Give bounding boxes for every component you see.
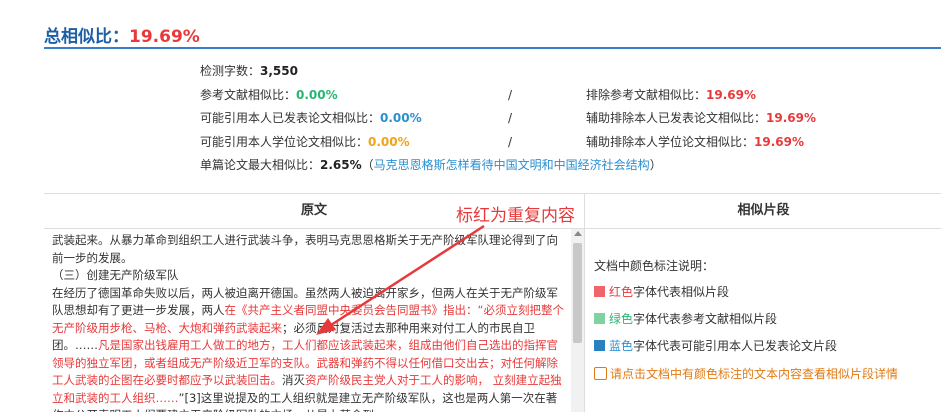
char-count-label: 检测字数：	[200, 64, 260, 78]
similar-fragments-pane: 文档中颜色标注说明： 红色字体代表相似片段 绿色字体代表参考文献相似片段 蓝色字…	[586, 229, 941, 412]
paragraph: 在经历了德国革命失败以后，两人被迫离开德国。虽然两人被迫离开家乡，但两人在关于无…	[52, 285, 564, 412]
legend-blue-text: 字体代表可能引用本人已发表论文片段	[633, 339, 837, 353]
green-square-icon	[594, 313, 605, 324]
assist-excl-thesis-value: 19.69%	[754, 135, 804, 149]
separator: /	[508, 131, 512, 155]
assist-excl-thesis-label: 辅助排除本人学位论文相似比：	[586, 135, 754, 149]
section-heading: （三）创建无产阶级军队	[52, 267, 564, 285]
self-paper-row: 可能引用本人已发表论文相似比：0.00% / 辅助排除本人已发表论文相似比：19…	[200, 107, 662, 131]
total-similarity-value: 19.69%	[129, 27, 200, 47]
blue-square-icon	[594, 340, 605, 351]
legend-green-word: 绿色	[609, 312, 633, 326]
separator: /	[508, 84, 512, 108]
legend-title: 文档中颜色标注说明：	[594, 257, 714, 274]
ref-label: 参考文献相似比：	[200, 88, 296, 102]
legend-red-text: 字体代表相似片段	[633, 285, 729, 299]
scroll-up-arrow-icon[interactable]	[574, 231, 582, 236]
max-single-row: 单篇论文最大相似比：2.65%（马克思恩格斯怎样看待中国文明和中国经济社会结构）	[200, 154, 662, 178]
similar-fragments-header: 相似片段	[586, 194, 941, 228]
total-similarity-label: 总相似比：	[44, 27, 129, 47]
vertical-scrollbar[interactable]	[571, 229, 584, 412]
legend-blue-word: 蓝色	[609, 339, 633, 353]
self-thesis-label: 可能引用本人学位论文相似比：	[200, 135, 368, 149]
assist-excl-self-item: 辅助排除本人已发表论文相似比：19.69%	[586, 107, 816, 131]
legend-green-text: 字体代表参考文献相似片段	[633, 312, 777, 326]
legend-red: 红色字体代表相似片段	[594, 283, 729, 301]
char-count-value: 3,550	[260, 64, 298, 78]
self-paper-value: 0.00%	[380, 111, 422, 125]
scroll-thumb[interactable]	[573, 243, 582, 343]
max-single-value: 2.65%	[320, 158, 362, 172]
ref-value: 0.00%	[296, 88, 338, 102]
char-count-row: 检测字数：3,550	[200, 60, 662, 84]
max-single-paper-link[interactable]: 马克思恩格斯怎样看待中国文明和中国经济社会结构	[374, 158, 650, 172]
excl-ref-label: 排除参考文献相似比：	[586, 88, 706, 102]
ref-row: 参考文献相似比：0.00% / 排除参考文献相似比：19.69%	[200, 84, 662, 108]
original-text: 武装起来。从暴力革命到组织工人进行武装斗争，表明马克思恩格斯关于无产阶级军队理论…	[52, 232, 564, 412]
red-square-icon	[594, 286, 605, 297]
legend-green: 绿色字体代表参考文献相似片段	[594, 310, 777, 328]
paren-open: （	[362, 158, 374, 172]
self-thesis-row: 可能引用本人学位论文相似比：0.00% / 辅助排除本人学位论文相似比：19.6…	[200, 131, 662, 155]
assist-excl-self-value: 19.69%	[766, 111, 816, 125]
header-divider	[44, 47, 941, 49]
legend-red-word: 红色	[609, 285, 633, 299]
max-single-label: 单篇论文最大相似比：	[200, 158, 320, 172]
hint-text: 请点击文档中有颜色标注的文本内容查看相似片段详情	[610, 367, 898, 381]
self-thesis-value: 0.00%	[368, 135, 410, 149]
assist-excl-self-label: 辅助排除本人已发表论文相似比：	[586, 111, 766, 125]
excl-ref-item: 排除参考文献相似比：19.69%	[586, 84, 756, 108]
excl-ref-value: 19.69%	[706, 88, 756, 102]
separator: /	[508, 107, 512, 131]
stats-block: 检测字数：3,550 参考文献相似比：0.00% / 排除参考文献相似比：19.…	[200, 60, 662, 178]
legend-blue: 蓝色字体代表可能引用本人已发表论文片段	[594, 337, 837, 355]
self-paper-label: 可能引用本人已发表论文相似比：	[200, 111, 380, 125]
click-hint: 请点击文档中有颜色标注的文本内容查看相似片段详情	[594, 365, 898, 382]
annotation-label: 标红为重复内容	[456, 201, 575, 226]
assist-excl-thesis-item: 辅助排除本人学位论文相似比：19.69%	[586, 131, 804, 155]
pointer-icon	[594, 367, 607, 380]
paragraph: 武装起来。从暴力革命到组织工人进行武装斗争，表明马克思恩格斯关于无产阶级军队理论…	[52, 232, 564, 267]
original-text-pane[interactable]: 武装起来。从暴力革命到组织工人进行武装斗争，表明马克思恩格斯关于无产阶级军队理论…	[44, 229, 585, 412]
total-similarity-title: 总相似比：19.69%	[44, 22, 200, 47]
paren-close: ）	[650, 158, 662, 172]
plain-text: 消灭	[282, 373, 305, 387]
